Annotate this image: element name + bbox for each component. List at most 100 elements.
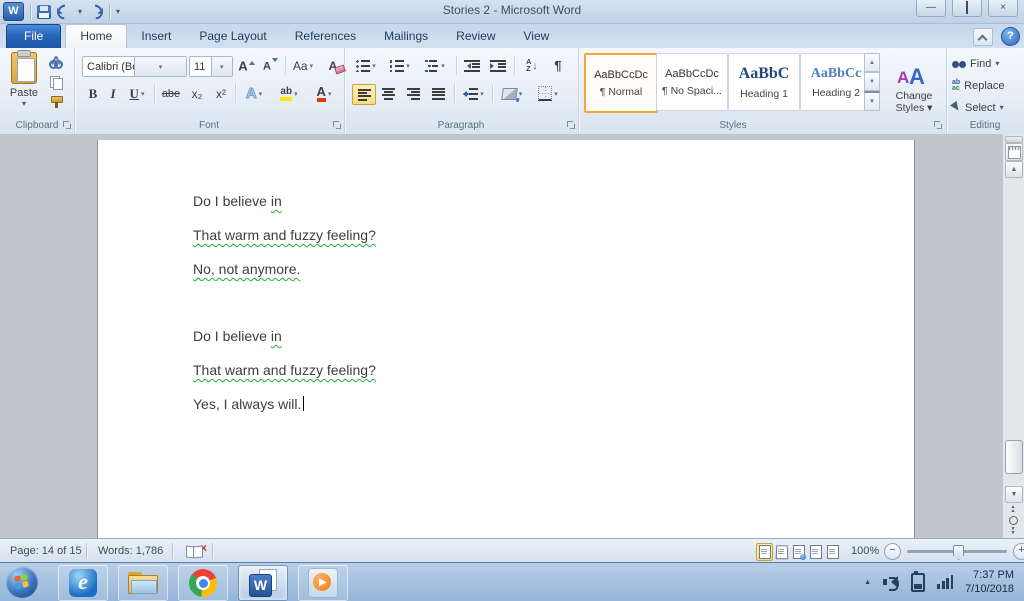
font-color-button[interactable]: A ▾ — [309, 84, 339, 103]
document-page[interactable]: Do I believe in That warm and fuzzy feeli… — [97, 140, 915, 538]
justify-button[interactable] — [427, 84, 449, 103]
tab-review[interactable]: Review — [442, 25, 509, 48]
copy-button[interactable] — [46, 74, 66, 91]
taskbar-chrome[interactable] — [178, 565, 228, 601]
battery-icon[interactable] — [911, 570, 926, 592]
taskbar-media-player[interactable]: ▶ — [298, 565, 348, 601]
close-button[interactable]: × — [988, 0, 1018, 17]
select-browse-object-button[interactable] — [1005, 515, 1021, 525]
italic-button[interactable]: I — [104, 84, 122, 103]
font-size-combo[interactable]: 11 ▾ — [189, 56, 233, 77]
restore-button[interactable] — [952, 0, 982, 17]
minimize-button[interactable]: — — [916, 0, 946, 17]
style-normal[interactable]: AaBbCcDc ¶ Normal — [584, 53, 658, 113]
outline-view-button[interactable] — [807, 543, 824, 561]
document-line[interactable]: Do I believe in — [193, 328, 282, 344]
scroll-down-button[interactable]: ▼ — [1005, 486, 1023, 503]
font-name-combo[interactable]: Calibri (Body) ▾ — [82, 56, 187, 77]
tab-mailings[interactable]: Mailings — [370, 25, 442, 48]
zoom-in-button[interactable]: + — [1013, 543, 1024, 560]
subscript-button[interactable]: x₂ — [186, 84, 208, 103]
taskbar-clock[interactable]: 7:37 PM 7/10/2018 — [965, 568, 1014, 596]
change-styles-button[interactable]: AA Change Styles ▾ — [886, 52, 942, 126]
document-line[interactable]: Yes, I always will. — [193, 396, 305, 412]
clipboard-dialog-launcher-icon[interactable] — [62, 120, 72, 130]
cut-button[interactable] — [46, 54, 66, 71]
document-line[interactable]: That warm and fuzzy feeling? — [193, 227, 376, 243]
paste-button[interactable]: Paste ▾ — [5, 50, 43, 118]
paste-dropdown-icon[interactable]: ▾ — [22, 99, 26, 108]
superscript-button[interactable]: x² — [210, 84, 232, 103]
align-left-button[interactable] — [352, 84, 376, 105]
print-layout-view-button[interactable] — [756, 543, 773, 561]
styles-dialog-launcher-icon[interactable] — [933, 120, 943, 130]
web-layout-view-button[interactable] — [790, 543, 807, 561]
font-dialog-launcher-icon[interactable] — [332, 120, 342, 130]
increase-indent-button[interactable] — [486, 56, 510, 75]
full-screen-reading-view-button[interactable] — [773, 543, 790, 561]
clear-formatting-button[interactable]: A — [322, 56, 344, 75]
document-line[interactable]: That warm and fuzzy feeling? — [193, 362, 376, 378]
zoom-out-button[interactable]: − — [884, 543, 901, 560]
next-page-button[interactable]: ▼ ▼ — [1005, 526, 1021, 536]
underline-button[interactable]: U ▾ — [124, 84, 150, 103]
styles-scroll-down-icon[interactable]: ▼ — [864, 72, 880, 91]
split-window-handle[interactable] — [1005, 136, 1023, 143]
network-signal-icon[interactable] — [937, 575, 954, 589]
select-button[interactable]: Select ▾ — [952, 99, 1004, 116]
scrollbar-thumb[interactable] — [1005, 440, 1023, 474]
bullets-button[interactable]: ▾ — [352, 56, 380, 75]
minimize-ribbon-icon[interactable] — [973, 27, 993, 46]
scroll-up-button[interactable]: ▲ — [1005, 161, 1023, 178]
word-count-indicator[interactable]: Words: 1,786 — [90, 539, 171, 563]
borders-button[interactable]: ▾ — [532, 84, 564, 103]
strikethrough-button[interactable]: abe — [158, 84, 184, 103]
zoom-slider-thumb[interactable] — [953, 545, 964, 560]
tab-insert[interactable]: Insert — [127, 25, 185, 48]
align-center-button[interactable] — [377, 84, 399, 103]
change-case-button[interactable]: Aa ▾ — [288, 56, 318, 75]
text-effects-button[interactable]: A ▾ — [239, 84, 269, 103]
help-icon[interactable]: ? — [1001, 27, 1020, 46]
numbering-button[interactable]: ▾ — [386, 56, 414, 75]
replace-button[interactable]: ab ac Replace — [952, 77, 1005, 94]
taskbar-internet-explorer[interactable]: e — [58, 565, 108, 601]
zoom-slider-track[interactable] — [907, 545, 1007, 560]
previous-page-button[interactable]: ▲ ▲ — [1005, 504, 1021, 514]
align-right-button[interactable] — [402, 84, 424, 103]
chevron-down-icon[interactable]: ▾ — [134, 57, 186, 76]
line-spacing-button[interactable]: ▾ — [458, 84, 488, 103]
document-line[interactable]: Do I believe in — [193, 193, 282, 209]
text-highlight-button[interactable]: ab ▾ — [272, 84, 306, 103]
style-heading-2[interactable]: AaBbCc Heading 2 — [800, 53, 872, 111]
styles-scroll-up-icon[interactable]: ▲ — [864, 53, 880, 72]
draft-view-button[interactable] — [824, 543, 841, 561]
grow-font-button[interactable]: A — [235, 56, 258, 75]
format-painter-button[interactable] — [46, 94, 66, 111]
sort-button[interactable]: A Z ↓ — [518, 56, 546, 75]
paragraph-dialog-launcher-icon[interactable] — [566, 120, 576, 130]
bold-button[interactable]: B — [84, 84, 102, 103]
show-hide-marks-button[interactable]: ¶ — [548, 56, 568, 75]
tab-home[interactable]: Home — [65, 24, 128, 48]
tab-view[interactable]: View — [510, 25, 564, 48]
taskbar-word-active[interactable]: W — [238, 565, 288, 601]
document-line[interactable]: No, not anymore. — [193, 261, 300, 277]
show-hidden-icons-icon[interactable]: ▲ — [864, 579, 871, 586]
decrease-indent-button[interactable] — [460, 56, 484, 75]
view-ruler-button[interactable] — [1005, 143, 1023, 161]
volume-icon[interactable] — [883, 575, 900, 591]
start-button[interactable] — [6, 566, 38, 598]
page-number-indicator[interactable]: Page: 14 of 15 — [2, 539, 90, 563]
zoom-level-indicator[interactable]: 100% — [843, 539, 887, 563]
tab-file[interactable]: File — [6, 24, 62, 48]
shrink-font-button[interactable]: A — [259, 56, 282, 75]
shading-button[interactable]: ▾ — [496, 84, 528, 103]
styles-gallery-expand-icon[interactable]: ▼ — [864, 91, 880, 111]
find-button[interactable]: Find ▾ — [952, 55, 999, 72]
style-no-spacing[interactable]: AaBbCcDc ¶ No Spaci... — [656, 53, 728, 111]
multilevel-list-button[interactable]: ▾ — [420, 56, 450, 75]
tab-page-layout[interactable]: Page Layout — [185, 25, 280, 48]
proofing-errors-indicator[interactable]: × — [178, 539, 211, 563]
tab-references[interactable]: References — [281, 25, 370, 48]
